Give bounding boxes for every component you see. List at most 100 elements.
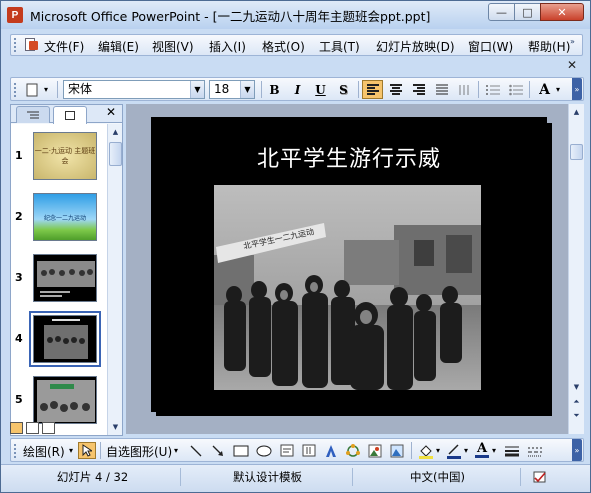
- slide-number: 1: [15, 149, 23, 162]
- slide-number: 3: [15, 271, 23, 284]
- menu-slideshow[interactable]: 幻灯片放映(D): [376, 38, 455, 55]
- rectangle-icon[interactable]: [232, 442, 250, 459]
- minimize-button[interactable]: —: [488, 3, 515, 21]
- menu-grip[interactable]: [14, 38, 17, 52]
- wordart-icon[interactable]: [322, 442, 340, 459]
- numbering-icon[interactable]: [482, 80, 503, 99]
- next-slide-icon[interactable]: ⏷: [570, 409, 583, 423]
- font-color-icon[interactable]: A: [473, 442, 491, 459]
- line-color-icon[interactable]: [445, 442, 463, 459]
- line-icon[interactable]: [187, 442, 205, 459]
- align-left-icon: [366, 84, 379, 95]
- fill-color-icon[interactable]: [417, 442, 435, 459]
- font-color-swatch: [475, 455, 489, 458]
- menu-overflow-chevron-icon[interactable]: »: [570, 37, 580, 53]
- font-size-select[interactable]: 18 ▼: [209, 80, 255, 99]
- chevron-down-icon[interactable]: ▾: [69, 446, 73, 455]
- status-design-template[interactable]: 默认设计模板: [183, 468, 353, 486]
- title-bar: P Microsoft Office PowerPoint - [一二九运动八十…: [1, 1, 590, 29]
- toolbar-grip[interactable]: [14, 444, 17, 458]
- align-left-button[interactable]: [362, 80, 383, 99]
- chevron-down-icon[interactable]: ▼: [240, 81, 254, 98]
- select-objects-icon[interactable]: [78, 442, 96, 459]
- font-name-select[interactable]: 宋体 ▼: [63, 80, 205, 99]
- chevron-down-icon[interactable]: ▾: [492, 446, 496, 455]
- scroll-down-icon[interactable]: ▼: [570, 380, 583, 394]
- document-icon[interactable]: [23, 37, 39, 53]
- current-slide[interactable]: 北平学生游行示威 北平学生一二九运动: [151, 117, 547, 412]
- slides-outline-pane: ✕ 1 一二·九运动 主题班会 2 纪念一二九运动 3 4 5 ▲ ▼: [10, 104, 123, 436]
- view-buttons: [10, 420, 70, 436]
- chevron-down-icon[interactable]: ▾: [174, 446, 178, 455]
- new-document-icon[interactable]: [21, 80, 42, 99]
- line-style-icon[interactable]: [503, 442, 521, 459]
- dash-style-icon[interactable]: [526, 442, 544, 459]
- slide-thumbnail-3[interactable]: 3: [11, 254, 107, 314]
- insert-picture-icon[interactable]: [388, 442, 406, 459]
- align-center-button[interactable]: [385, 80, 406, 99]
- chevron-down-icon[interactable]: ▾: [436, 446, 440, 455]
- scroll-up-icon[interactable]: ▲: [570, 105, 583, 119]
- thumbnail-scrollbar[interactable]: ▲ ▼: [107, 124, 122, 435]
- toolbar-separator: [411, 442, 412, 459]
- menu-file[interactable]: 文件(F): [44, 38, 84, 55]
- pane-close-button[interactable]: ✕: [106, 105, 116, 119]
- menu-edit[interactable]: 编辑(E): [98, 38, 139, 55]
- slide-vertical-scrollbar[interactable]: ▲ ▼ ⏶ ⏷: [568, 104, 584, 434]
- menu-view[interactable]: 视图(V): [152, 38, 194, 55]
- textbox-icon[interactable]: [278, 442, 296, 459]
- scrollbar-thumb[interactable]: [109, 142, 122, 166]
- menu-window[interactable]: 窗口(W): [468, 38, 513, 55]
- menu-format[interactable]: 格式(O): [262, 38, 305, 55]
- new-dropdown-icon[interactable]: ▾: [41, 80, 51, 99]
- spelling-check-icon[interactable]: [523, 468, 557, 486]
- shadow-button[interactable]: S: [333, 80, 354, 99]
- scrollbar-thumb[interactable]: [570, 144, 583, 160]
- toolbar-separator: [529, 81, 530, 98]
- slide-sorter-view-icon[interactable]: [26, 422, 39, 434]
- tab-slides[interactable]: [53, 106, 87, 124]
- autoshapes-menu-button[interactable]: 自选图形(U): [106, 443, 172, 460]
- arrow-icon[interactable]: [209, 442, 227, 459]
- slideshow-view-icon[interactable]: [42, 422, 55, 434]
- slide-thumbnail-2[interactable]: 2 纪念一二九运动: [11, 193, 107, 253]
- toolbar-overflow-chevron-icon[interactable]: »: [572, 439, 582, 461]
- justify-button[interactable]: [431, 80, 452, 99]
- underline-button[interactable]: U: [310, 80, 331, 99]
- status-language: 中文(中国): [355, 468, 521, 486]
- tab-outline[interactable]: [16, 106, 50, 123]
- menu-insert[interactable]: 插入(I): [209, 38, 246, 55]
- close-button[interactable]: ✕: [540, 3, 584, 21]
- previous-slide-icon[interactable]: ⏶: [570, 395, 583, 409]
- toolbar-grip[interactable]: [14, 83, 17, 97]
- oval-icon[interactable]: [255, 442, 273, 459]
- toolbar-dropdown-icon[interactable]: ▾: [553, 80, 563, 99]
- powerpoint-app-icon[interactable]: P: [7, 7, 23, 23]
- slide-thumbnail-list: 1 一二·九运动 主题班会 2 纪念一二九运动 3 4 5: [11, 124, 107, 435]
- draw-menu-button[interactable]: 绘图(R): [23, 443, 65, 460]
- italic-button[interactable]: I: [287, 80, 308, 99]
- slide-thumbnail-4[interactable]: 4: [11, 311, 107, 375]
- toolbar-overflow-chevron-icon[interactable]: »: [572, 78, 582, 100]
- scroll-down-icon[interactable]: ▼: [109, 420, 122, 434]
- menu-tools[interactable]: 工具(T): [319, 38, 360, 55]
- bold-button[interactable]: B: [264, 80, 285, 99]
- maximize-button[interactable]: □: [514, 3, 541, 21]
- align-right-button[interactable]: [408, 80, 429, 99]
- student-march-photo: 北平学生一二九运动: [214, 185, 481, 390]
- slide-title[interactable]: 北平学生游行示威: [151, 141, 547, 173]
- distributed-align-icon[interactable]: [454, 80, 475, 99]
- slide-photo[interactable]: 北平学生一二九运动: [214, 185, 481, 390]
- scroll-up-icon[interactable]: ▲: [109, 125, 122, 139]
- slide-thumbnail-1[interactable]: 1 一二·九运动 主题班会: [11, 132, 107, 192]
- clip-art-icon[interactable]: [366, 442, 384, 459]
- vertical-textbox-icon[interactable]: [300, 442, 318, 459]
- chevron-down-icon[interactable]: ▼: [190, 81, 204, 98]
- chevron-down-icon[interactable]: ▾: [464, 446, 468, 455]
- diagram-icon[interactable]: [344, 442, 362, 459]
- bullets-icon[interactable]: [505, 80, 526, 99]
- increase-font-size-button[interactable]: A: [534, 80, 555, 99]
- menu-help[interactable]: 帮助(H): [528, 38, 570, 55]
- document-close-button[interactable]: ✕: [567, 58, 577, 72]
- normal-view-icon[interactable]: [10, 422, 23, 434]
